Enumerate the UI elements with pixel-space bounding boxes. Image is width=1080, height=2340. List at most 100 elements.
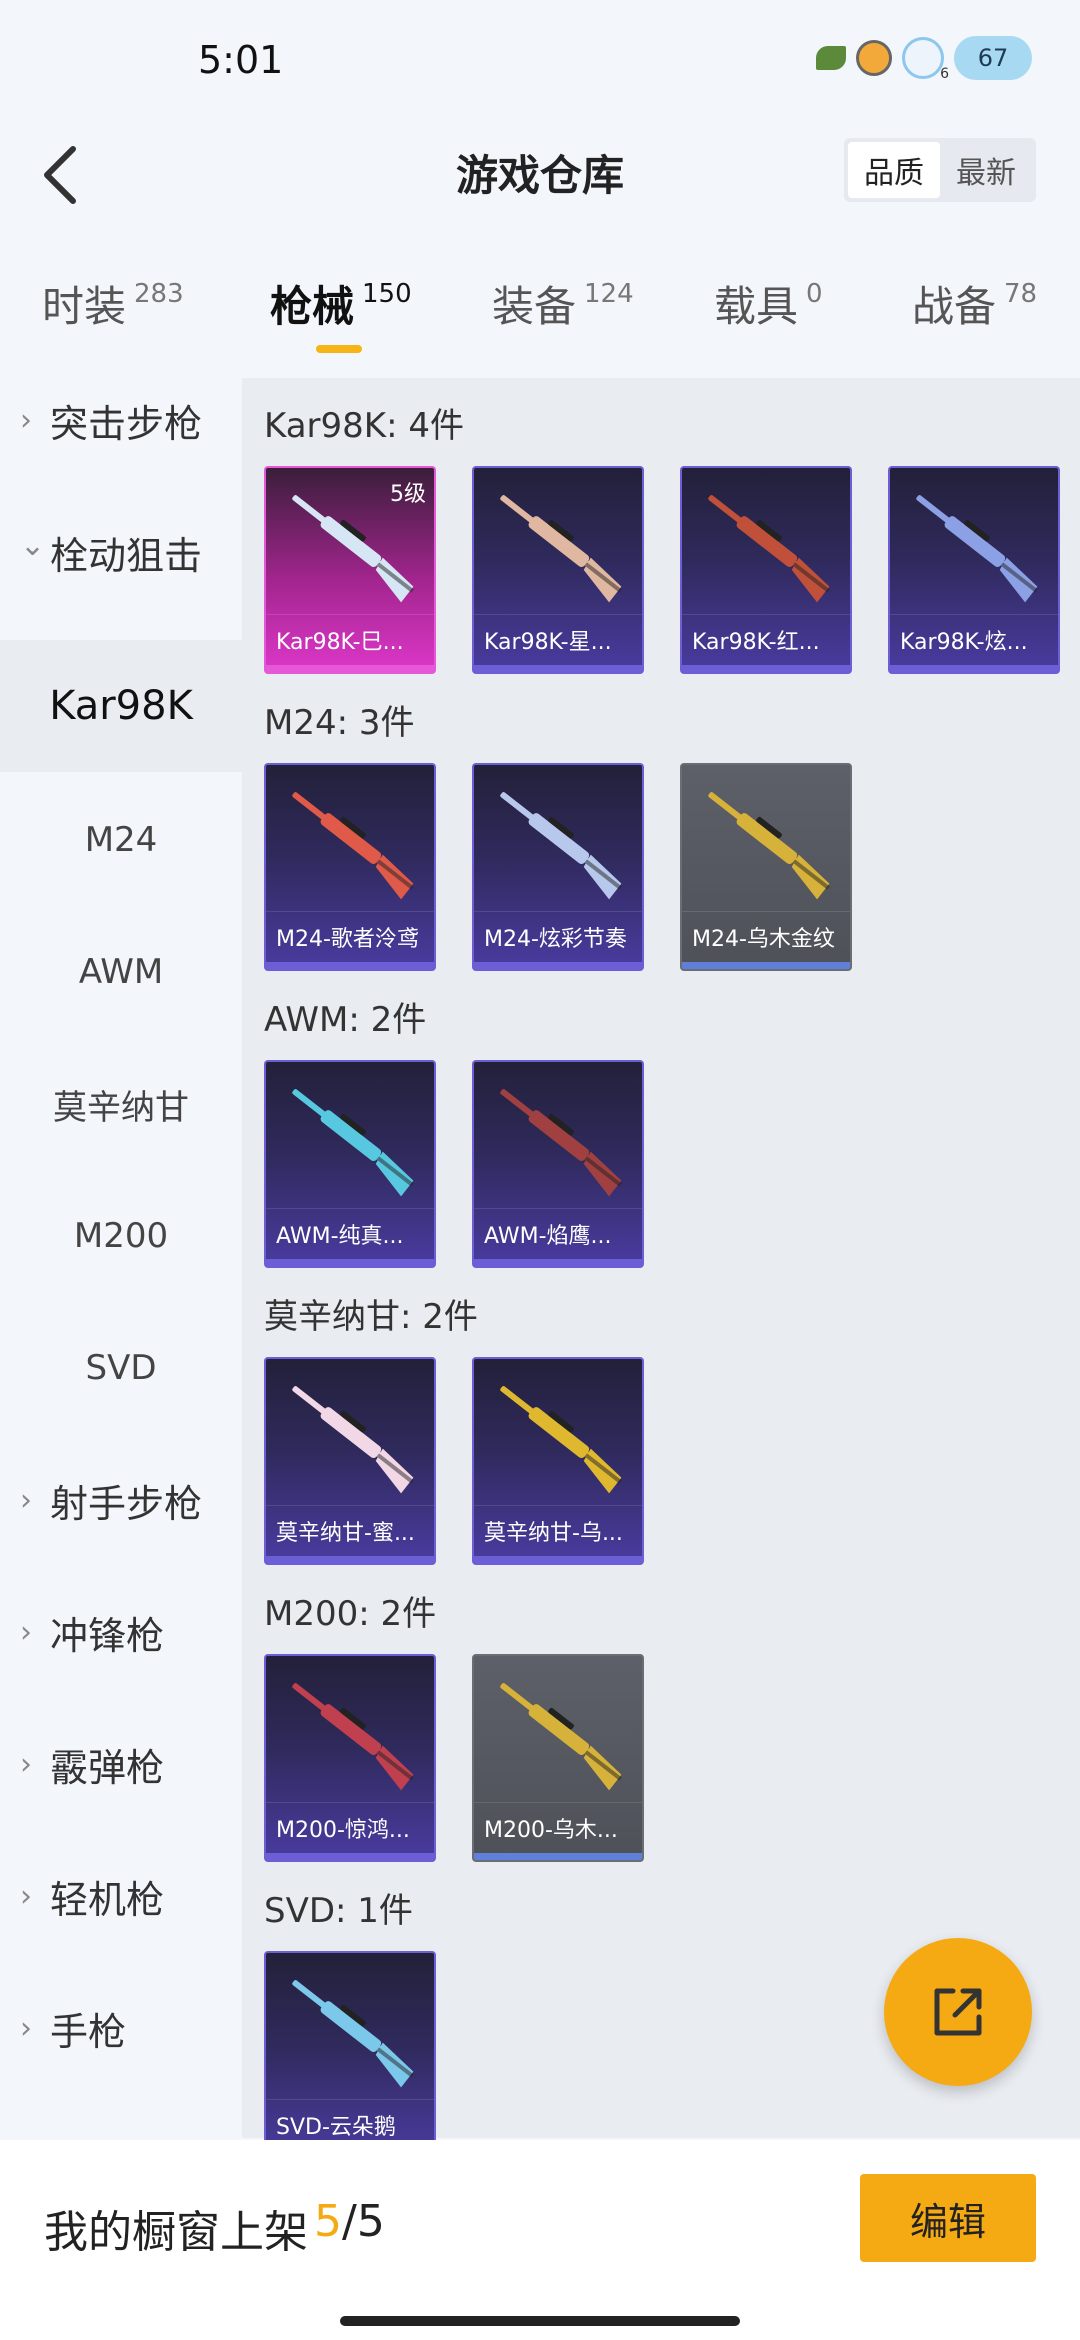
rifle-icon [500, 792, 622, 900]
sidebar-item-9[interactable]: › 冲锋枪 [0, 1566, 242, 1698]
skin-card[interactable]: Kar98K-红... [680, 466, 852, 674]
skin-name: Kar98K-巳... [266, 614, 434, 664]
tab-label: 时装 [42, 282, 127, 331]
sidebar-item-label: M200 [73, 1216, 169, 1256]
leaf-icon [816, 46, 846, 70]
tab-guns[interactable]: 枪械 150 [270, 273, 412, 334]
skin-name: 莫辛纳甘-乌... [474, 1505, 642, 1555]
rifle-icon [708, 495, 830, 603]
section-title: Kar98K: 4件 [264, 406, 464, 446]
sidebar-item-1[interactable]: ⌄ 栓动狙击 [0, 486, 242, 618]
bottom-bar: 我的橱窗上架 5 /5 编辑 [0, 2140, 1080, 2340]
chevron-down-icon: ⌄ [20, 527, 46, 563]
skin-card[interactable]: M24-乌木金纹 [680, 763, 852, 971]
sidebar-item-12[interactable]: › 手枪 [0, 1962, 242, 2094]
section-title: 莫辛纳甘: 2件 [264, 1297, 478, 1337]
skin-name: M24-歌者泠鸢 [266, 911, 434, 961]
skin-card[interactable]: 5级 Kar98K-巳... [264, 466, 436, 674]
skin-card[interactable]: M200-惊鸿... [264, 1654, 436, 1862]
category-tabs: 时装 283 枪械 150 装备 124 载具 0 战备 78 [0, 255, 1080, 365]
sidebar-item-0[interactable]: › 突击步枪 [0, 354, 242, 486]
rifle-icon [292, 1683, 414, 1791]
rifle-icon [500, 1386, 622, 1494]
rifle-icon [500, 495, 622, 603]
section-title: AWM: 2件 [264, 1000, 427, 1040]
skin-card[interactable]: M24-歌者泠鸢 [264, 763, 436, 971]
rarity-bar [474, 962, 642, 969]
sidebar-item-7[interactable]: SVD [0, 1302, 242, 1434]
sort-newest-button[interactable]: 最新 [940, 142, 1032, 198]
skin-card[interactable]: M24-炫彩节奏 [472, 763, 644, 971]
rifle-icon [292, 1089, 414, 1197]
rarity-bar [474, 665, 642, 672]
rarity-bar [266, 1259, 434, 1266]
rifle-icon [500, 1683, 622, 1791]
tab-equipment[interactable]: 装备 124 [492, 273, 634, 334]
rarity-bar [266, 665, 434, 672]
skin-card[interactable]: Kar98K-星... [472, 466, 644, 674]
section-title: M24: 3件 [264, 703, 415, 743]
sidebar-item-4[interactable]: AWM [0, 906, 242, 1038]
skin-name: AWM-焰鹰... [474, 1208, 642, 1258]
header: 游戏仓库 品质 最新 [0, 120, 1080, 250]
inventory-grid: Kar98K: 4件 5级 Kar98K-巳... Kar98K-星... Kar98K… [242, 378, 1080, 2159]
rarity-bar [474, 1853, 642, 1860]
tab-label: 战备 [912, 282, 997, 331]
chevron-right-icon: › [20, 1746, 32, 1782]
chevron-right-icon: › [20, 402, 32, 438]
tab-label: 载具 [714, 282, 799, 331]
skin-card[interactable]: SVD-云朵鹅 [264, 1951, 436, 2159]
section-title: SVD: 1件 [264, 1891, 413, 1931]
showcase-current: 5 [314, 2196, 342, 2247]
sidebar-item-label: 射手步枪 [50, 1481, 203, 1526]
skin-name: M24-炫彩节奏 [474, 911, 642, 961]
showcase-label: 我的橱窗上架 [44, 2207, 308, 2258]
sidebar: › 突击步枪 ⌄ 栓动狙击 Kar98K M24 AWM 莫辛纳甘 M200 SVD › 射手步枪 › 冲… [0, 378, 242, 2138]
skin-card[interactable]: AWM-纯真... [264, 1060, 436, 1268]
sort-quality-button[interactable]: 品质 [848, 142, 940, 198]
skin-name: M200-乌木... [474, 1802, 642, 1852]
rifle-icon [292, 1386, 414, 1494]
sidebar-item-5[interactable]: 莫辛纳甘 [0, 1038, 242, 1170]
bubble-icon: 6 [902, 37, 949, 82]
rarity-bar [266, 1556, 434, 1563]
skin-card[interactable]: M200-乌木... [472, 1654, 644, 1862]
tab-count: 124 [584, 279, 634, 309]
tab-label: 装备 [492, 282, 577, 331]
sidebar-item-label: AWM [78, 952, 164, 992]
share-button[interactable] [884, 1938, 1032, 2086]
skin-name: M200-惊鸿... [266, 1802, 434, 1852]
skin-name: Kar98K-星... [474, 614, 642, 664]
skin-card[interactable]: 莫辛纳甘-蜜... [264, 1357, 436, 1565]
home-indicator[interactable] [340, 2316, 740, 2326]
tab-fashion[interactable]: 时装 283 [42, 273, 184, 334]
chevron-right-icon: › [20, 1878, 32, 1914]
status-icons: 6 67 [816, 36, 1032, 82]
active-tab-indicator [316, 345, 362, 353]
rarity-bar [682, 665, 850, 672]
sidebar-item-3[interactable]: M24 [0, 774, 242, 906]
sidebar-item-6[interactable]: M200 [0, 1170, 242, 1302]
notification-icon [856, 40, 892, 76]
rifle-icon [292, 792, 414, 900]
sidebar-item-11[interactable]: › 轻机枪 [0, 1830, 242, 1962]
skin-name: Kar98K-红... [682, 614, 850, 664]
share-icon [934, 1988, 982, 2036]
edit-button[interactable]: 编辑 [860, 2174, 1036, 2262]
sidebar-item-2[interactable]: Kar98K [0, 640, 242, 772]
sidebar-item-10[interactable]: › 霰弹枪 [0, 1698, 242, 1830]
skin-card[interactable]: Kar98K-炫... [888, 466, 1060, 674]
sidebar-item-label: 手枪 [50, 2009, 127, 2054]
rarity-bar [266, 1853, 434, 1860]
tab-vehicles[interactable]: 载具 0 [714, 273, 823, 334]
sidebar-item-label: SVD [85, 1348, 157, 1388]
tab-supplies[interactable]: 战备 78 [912, 273, 1037, 334]
chevron-right-icon: › [20, 1482, 32, 1518]
battery-level: 67 [977, 44, 1009, 72]
battery-cloud-icon: 67 [954, 36, 1032, 80]
skin-card[interactable]: 莫辛纳甘-乌... [472, 1357, 644, 1565]
rifle-icon [500, 1089, 622, 1197]
tab-count: 150 [362, 279, 412, 309]
skin-card[interactable]: AWM-焰鹰... [472, 1060, 644, 1268]
sidebar-item-8[interactable]: › 射手步枪 [0, 1434, 242, 1566]
